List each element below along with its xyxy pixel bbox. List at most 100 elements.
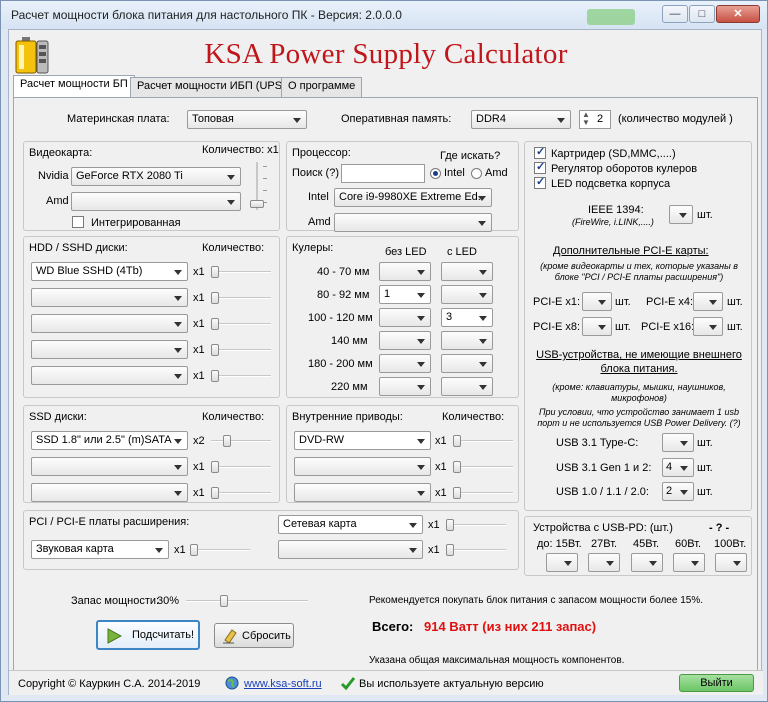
site-link[interactable]: www.ksa-soft.ru: [244, 678, 322, 690]
coolers-no-led-label: без LED: [385, 246, 427, 258]
usb-c-select[interactable]: [662, 433, 694, 452]
reset-button[interactable]: Сбросить: [214, 623, 294, 648]
usb-pd-group: Устройства с USB-PD: (шт.) - ? - до: 15В…: [524, 516, 752, 576]
drive-slider-1[interactable]: [453, 435, 513, 447]
cooler-size-3: 100 - 120 мм: [308, 312, 373, 324]
hdd-select-3[interactable]: [31, 314, 188, 333]
hdd-select-4[interactable]: [31, 340, 188, 359]
pci-slider-3[interactable]: [446, 544, 506, 556]
ssd-select-2[interactable]: [31, 457, 188, 476]
exit-button[interactable]: Выйти: [679, 674, 754, 692]
pci-slider-2[interactable]: [446, 519, 506, 531]
usb-pd-15-select[interactable]: [546, 553, 578, 572]
nvidia-gpu-select[interactable]: GeForce RTX 2080 Ti: [71, 167, 241, 186]
hdd-select-1[interactable]: WD Blue SSHD (4Tb): [31, 262, 188, 281]
hdd-select-5[interactable]: [31, 366, 188, 385]
pcie-x16-select[interactable]: [693, 317, 723, 336]
ram-select[interactable]: DDR4: [471, 110, 571, 129]
hdd-slider-4[interactable]: [211, 344, 271, 356]
ram-modules-stepper[interactable]: ▲ ▼ 2: [579, 110, 611, 129]
drive-select-3[interactable]: [294, 483, 431, 502]
ssd-slider-2[interactable]: [211, 461, 271, 473]
drive-mult-3: x1: [435, 487, 447, 499]
integrated-gpu-checkbox[interactable]: [72, 216, 84, 228]
hdd-select-2[interactable]: [31, 288, 188, 307]
cooler-noled-1[interactable]: [379, 262, 431, 281]
tab-ups-calc[interactable]: Расчет мощности ИБП (UPS): [130, 77, 293, 97]
intel-cpu-select[interactable]: Core i9-9980XE Extreme Ed.: [334, 188, 492, 207]
hdd-slider-1[interactable]: [211, 266, 271, 278]
reserve-slider[interactable]: [186, 595, 308, 607]
cooler-noled-5[interactable]: [379, 354, 431, 373]
ssd-select-3[interactable]: [31, 483, 188, 502]
motherboard-label: Материнская плата:: [67, 113, 170, 125]
pci-select-1[interactable]: Звуковая карта: [31, 540, 169, 559]
drive-slider-3[interactable]: [453, 487, 513, 499]
pcie-x1-select[interactable]: [582, 292, 612, 311]
usb31-select[interactable]: 4: [662, 458, 694, 477]
maximize-button[interactable]: □: [689, 5, 715, 23]
led-case-label: LED подсветка корпуса: [551, 178, 671, 190]
ssd-select-1[interactable]: SSD 1.8" или 2.5" (m)SATA: [31, 431, 188, 450]
cooler-noled-4[interactable]: [379, 331, 431, 350]
hdd-mult-4: x1: [193, 344, 205, 356]
calculate-button[interactable]: Подсчитать!: [96, 620, 200, 650]
spin-down-icon[interactable]: ▼: [582, 118, 590, 127]
amd-cpu-select[interactable]: [334, 213, 492, 232]
hdd-qty-label: Количество:: [202, 242, 265, 254]
cooler-led-4[interactable]: [441, 331, 493, 350]
cooler-led-6[interactable]: [441, 377, 493, 396]
hdd-slider-2[interactable]: [211, 292, 271, 304]
intel-radio[interactable]: [430, 168, 441, 179]
ieee-select[interactable]: [669, 205, 693, 224]
cardreader-checkbox[interactable]: [534, 145, 546, 159]
pci-select-2[interactable]: Сетевая карта: [278, 515, 423, 534]
pcie-x8-select[interactable]: [582, 317, 612, 336]
cooler-noled-2[interactable]: 1: [379, 285, 431, 304]
cardreader-label: Картридер (SD,MMC,....): [551, 148, 676, 160]
led-case-checkbox[interactable]: [534, 175, 546, 189]
drive-select-1[interactable]: DVD-RW: [294, 431, 431, 450]
drives-qty-label: Количество:: [442, 411, 505, 423]
pci-select-3[interactable]: [278, 540, 423, 559]
usb-pd-45-select[interactable]: [631, 553, 663, 572]
fan-controller-checkbox[interactable]: [534, 160, 546, 174]
ssd-slider-3[interactable]: [211, 487, 271, 499]
hdd-slider-3[interactable]: [211, 318, 271, 330]
ieee-label: IEEE 1394:: [588, 204, 644, 216]
hdd-slider-5[interactable]: [211, 370, 271, 382]
pci-slider-1[interactable]: [190, 544, 250, 556]
amd-radio[interactable]: [471, 168, 482, 179]
cooler-led-1[interactable]: [441, 262, 493, 281]
motherboard-select[interactable]: Топовая: [187, 110, 307, 129]
cpu-title: Процессор:: [292, 147, 351, 159]
cooler-led-3[interactable]: 3: [441, 308, 493, 327]
close-button[interactable]: ✕: [716, 5, 760, 23]
cooler-led-2[interactable]: [441, 285, 493, 304]
pcie-x1-unit: шт.: [615, 296, 631, 308]
drive-slider-2[interactable]: [453, 461, 513, 473]
ram-label: Оперативная память:: [341, 113, 452, 125]
usb-pd-help[interactable]: - ? -: [709, 522, 729, 534]
amd-gpu-select[interactable]: [71, 192, 241, 211]
intel-radio-label: Intel: [444, 167, 465, 179]
gpu-qty-slider[interactable]: [247, 162, 267, 210]
usb-pd-col-15: до: 15Вт.: [537, 538, 582, 550]
cooler-noled-3[interactable]: [379, 308, 431, 327]
usb-pd-60-select[interactable]: [673, 553, 705, 572]
usb2-select[interactable]: 2: [662, 482, 694, 501]
pcie-x4-select[interactable]: [693, 292, 723, 311]
cooler-led-5[interactable]: [441, 354, 493, 373]
usb2-label: USB 1.0 / 1.1 / 2.0:: [556, 486, 649, 498]
ssd-slider-1[interactable]: [211, 435, 271, 447]
drive-select-2[interactable]: [294, 457, 431, 476]
cooler-noled-6[interactable]: [379, 377, 431, 396]
title-bar[interactable]: Расчет мощности блока питания для настол…: [1, 1, 767, 29]
minimize-button[interactable]: —: [662, 5, 688, 23]
cpu-search-input[interactable]: [341, 164, 425, 183]
usb-pd-title: Устройства с USB-PD: (шт.): [533, 522, 673, 534]
tab-psu-calc[interactable]: Расчет мощности БП: [13, 75, 135, 98]
tab-about[interactable]: О программе: [281, 77, 363, 97]
usb-pd-27-select[interactable]: [588, 553, 620, 572]
usb-pd-100-select[interactable]: [715, 553, 747, 572]
